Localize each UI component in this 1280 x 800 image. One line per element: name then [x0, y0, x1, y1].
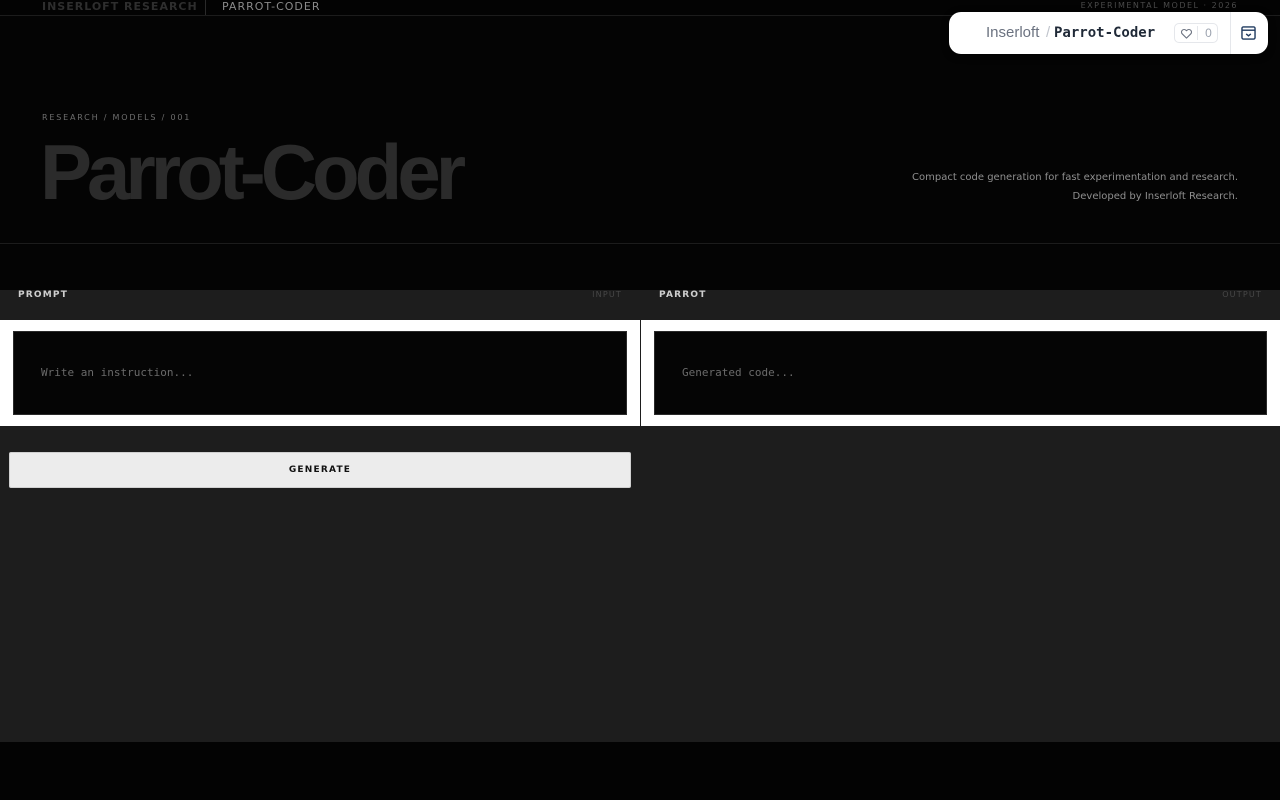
- like-divider: [1197, 26, 1198, 40]
- output-panel: [641, 320, 1280, 426]
- hub-repo-widget: Inserloft / Parrot-Coder 0: [949, 12, 1268, 54]
- output-pane-tag: OUTPUT: [1222, 290, 1262, 299]
- panel-toggle-icon[interactable]: [1241, 26, 1256, 40]
- hub-org-link[interactable]: Inserloft: [986, 23, 1039, 43]
- like-count: 0: [1205, 26, 1212, 40]
- prompt-input[interactable]: [13, 331, 627, 415]
- page-footer: [0, 742, 1280, 800]
- output-field[interactable]: [654, 331, 1267, 415]
- page-title: Parrot-Coder: [40, 128, 466, 216]
- workspace: PROMPT INPUT PARROT OUTPUT GENERATE: [0, 290, 1280, 742]
- like-button[interactable]: 0: [1174, 23, 1218, 43]
- experimental-label: EXPERIMENTAL MODEL · 2026: [1080, 1, 1238, 10]
- model-description: Compact code generation for fast experim…: [912, 168, 1238, 206]
- output-pane-header: PARROT OUTPUT: [641, 290, 1280, 320]
- description-line: Developed by Inserloft Research.: [1072, 191, 1238, 202]
- hub-widget-divider: [1230, 12, 1231, 54]
- breadcrumb: RESEARCH / MODELS / 001: [42, 113, 192, 122]
- brand-name[interactable]: INSERLOFT RESEARCH: [42, 0, 198, 15]
- heart-icon: [1180, 28, 1193, 39]
- top-bar-divider: [205, 0, 206, 15]
- hub-repo-link[interactable]: Parrot-Coder: [1054, 23, 1155, 43]
- prompt-pane-title: PROMPT: [18, 290, 69, 300]
- generate-button[interactable]: GENERATE: [9, 452, 631, 488]
- prompt-panel: [0, 320, 640, 426]
- output-pane-title: PARROT: [659, 290, 707, 300]
- hub-path-separator: /: [1046, 24, 1051, 41]
- prompt-pane-header: PROMPT INPUT: [0, 290, 640, 320]
- description-line: Compact code generation for fast experim…: [912, 172, 1238, 183]
- hero-spacer: [0, 245, 1280, 290]
- model-name: PARROT-CODER: [222, 0, 321, 13]
- prompt-pane-tag: INPUT: [592, 290, 622, 299]
